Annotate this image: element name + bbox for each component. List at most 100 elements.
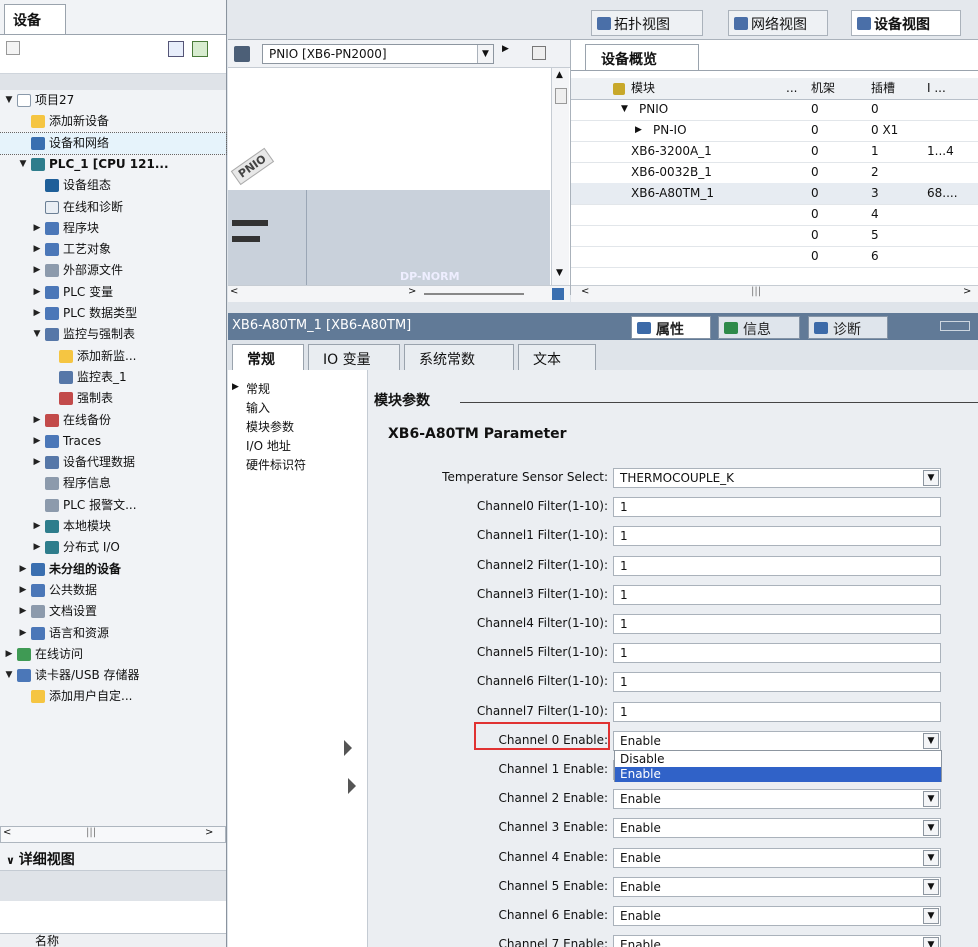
parameter-dropdown[interactable]: Enable ▼: [613, 818, 941, 839]
overview-horizontal-scrollbar[interactable]: < ||| >: [571, 285, 978, 302]
collapse-arrow-icon[interactable]: ▶: [32, 431, 42, 451]
collapse-arrow-icon[interactable]: ▶: [18, 580, 28, 600]
device-overview-tab[interactable]: 设备概览: [585, 44, 699, 70]
tree-item[interactable]: 程序信息: [0, 473, 226, 494]
tree-item[interactable]: ▶ 文档设置: [0, 601, 226, 622]
collapse-arrow-icon[interactable]: ▶: [32, 452, 42, 472]
tree-item[interactable]: ▶ 外部源文件: [0, 260, 226, 281]
collapse-arrow-icon[interactable]: ▶: [18, 601, 28, 621]
dropdown-arrow-icon[interactable]: ▼: [923, 937, 939, 947]
collapse-arrow-icon[interactable]: ▶: [32, 410, 42, 430]
dropdown-arrow-icon[interactable]: ▼: [923, 791, 939, 808]
table-row[interactable]: XB6-0032B_1 0 2: [571, 162, 978, 184]
view-tab[interactable]: 设备视图: [851, 10, 961, 36]
parameter-dropdown[interactable]: Enable ▼: [613, 847, 941, 868]
parameter-input[interactable]: 1: [613, 701, 941, 722]
tree-view-icon[interactable]: [192, 41, 208, 57]
tree-item[interactable]: ▼ 读卡器/USB 存储器: [0, 665, 226, 686]
collapse-arrow-icon[interactable]: ▶: [32, 218, 42, 238]
tree-item[interactable]: 添加用户自定...: [0, 686, 226, 707]
table-row[interactable]: 05: [571, 225, 978, 247]
dropdown-option-disable[interactable]: Disable: [615, 752, 941, 767]
column-header[interactable]: 模块: [631, 78, 655, 99]
view-tab[interactable]: 拓扑视图: [591, 10, 703, 36]
collapse-arrow-icon[interactable]: ▶: [4, 644, 14, 664]
scroll-thumb[interactable]: [555, 88, 567, 104]
scroll-left-icon[interactable]: <: [230, 286, 238, 297]
dropdown-arrow-icon[interactable]: ▼: [923, 470, 939, 486]
tree-item[interactable]: 监控表_1: [0, 367, 226, 388]
property-tab[interactable]: IO 变量: [308, 344, 400, 370]
nav-item[interactable]: ▶ 常规: [232, 380, 270, 397]
scroll-right-icon[interactable]: >: [205, 827, 213, 838]
scroll-right-icon[interactable]: >: [408, 286, 416, 297]
tree-item[interactable]: ▼ 监控与强制表: [0, 324, 226, 345]
table-row[interactable]: ▶ PN-IO 0 0 X1: [571, 120, 978, 142]
parameter-dropdown[interactable]: THERMOCOUPLE_K ▼: [613, 468, 941, 488]
collapse-arrow-icon[interactable]: ▶: [32, 516, 42, 536]
parameter-dropdown[interactable]: Enable ▼: [613, 935, 941, 947]
parameter-dropdown[interactable]: Enable ▼: [613, 876, 941, 897]
detail-view-header[interactable]: ∨ 详细视图: [0, 843, 226, 871]
column-header[interactable]: 机架: [811, 78, 835, 99]
property-tab[interactable]: 常规: [232, 344, 304, 370]
tree-item[interactable]: ▶ 未分组的设备: [0, 559, 226, 580]
tree-item[interactable]: ▼ PLC_1 [CPU 121...: [0, 154, 226, 175]
module-filter-icon[interactable]: [613, 83, 625, 95]
tree-item[interactable]: 添加新设备: [0, 111, 226, 132]
tree-item[interactable]: 强制表: [0, 388, 226, 409]
parameter-input[interactable]: 1: [613, 643, 941, 664]
expand-arrow-icon[interactable]: ▼: [18, 154, 28, 174]
zoom-slider[interactable]: [424, 293, 524, 295]
channel0-enable-dropdown-list[interactable]: Disable Enable: [614, 750, 942, 782]
expand-arrow-icon[interactable]: ▼: [4, 90, 14, 110]
tree-item[interactable]: ▶ 在线备份: [0, 410, 226, 431]
tree-item[interactable]: ▶ Traces: [0, 431, 226, 452]
tree-item[interactable]: PLC 报警文...: [0, 495, 226, 516]
tree-item[interactable]: ▶ 语言和资源: [0, 623, 226, 644]
inspector-tab[interactable]: 诊断: [808, 316, 888, 339]
devices-tab[interactable]: 设备: [4, 4, 66, 34]
collapse-arrow-icon[interactable]: ▶: [635, 120, 642, 141]
overview-navigation-icon[interactable]: [552, 288, 564, 300]
collapse-arrow-icon[interactable]: ▶: [32, 239, 42, 259]
tree-item[interactable]: ▶ 本地模块: [0, 516, 226, 537]
tree-item[interactable]: ▶ PLC 数据类型: [0, 303, 226, 324]
expand-arrow-icon[interactable]: ▼: [32, 324, 42, 344]
scroll-left-icon[interactable]: <: [3, 827, 11, 838]
device-tool-icon[interactable]: [234, 46, 250, 62]
tree-item[interactable]: 添加新监...: [0, 346, 226, 367]
collapse-arrow-icon[interactable]: ▶: [18, 623, 28, 643]
tree-item[interactable]: ▶ 设备代理数据: [0, 452, 226, 473]
tree-item[interactable]: 设备和网络: [0, 131, 227, 155]
column-header[interactable]: 插槽: [871, 78, 895, 99]
nav-item[interactable]: I/O 地址: [246, 437, 291, 454]
scroll-thumb[interactable]: |||: [86, 827, 96, 838]
parameter-dropdown[interactable]: Enable ▼: [613, 906, 941, 926]
graphic-horizontal-scrollbar[interactable]: < >: [228, 285, 570, 302]
tree-item[interactable]: 设备组态: [0, 175, 226, 196]
table-row[interactable]: XB6-3200A_1 0 1 1...4: [571, 141, 978, 163]
new-item-icon[interactable]: [6, 41, 20, 55]
scroll-right-icon[interactable]: >: [963, 286, 971, 297]
inspector-tab[interactable]: 属性: [631, 316, 711, 339]
parameter-dropdown[interactable]: Enable ▼: [613, 789, 941, 810]
scroll-up-icon[interactable]: ▲: [556, 70, 563, 80]
table-row[interactable]: 06: [571, 246, 978, 268]
collapse-arrow-icon[interactable]: ▶: [32, 282, 42, 302]
rack-graphic[interactable]: DP-NORM: [228, 190, 550, 285]
tree-item[interactable]: ▼ 项目27: [0, 90, 226, 111]
list-view-icon[interactable]: [168, 41, 184, 57]
scroll-down-icon[interactable]: ▼: [556, 268, 563, 278]
property-tab[interactable]: 文本: [518, 344, 596, 370]
device-select-dropdown[interactable]: PNIO [XB6-PN2000] ▼: [262, 44, 494, 64]
collapse-arrow-icon[interactable]: ▶: [232, 382, 239, 392]
scroll-left-icon[interactable]: <: [581, 286, 589, 297]
collapse-arrow-icon[interactable]: ▶: [32, 537, 42, 557]
nav-item[interactable]: 模块参数: [246, 418, 294, 435]
collapse-arrow-icon[interactable]: ▶: [32, 260, 42, 280]
tree-item[interactable]: ▶ PLC 变量: [0, 282, 226, 303]
graphic-vertical-scrollbar[interactable]: ▲ ▼: [551, 68, 569, 286]
tree-item[interactable]: ▶ 工艺对象: [0, 239, 226, 260]
parameter-input[interactable]: 1: [613, 526, 941, 547]
